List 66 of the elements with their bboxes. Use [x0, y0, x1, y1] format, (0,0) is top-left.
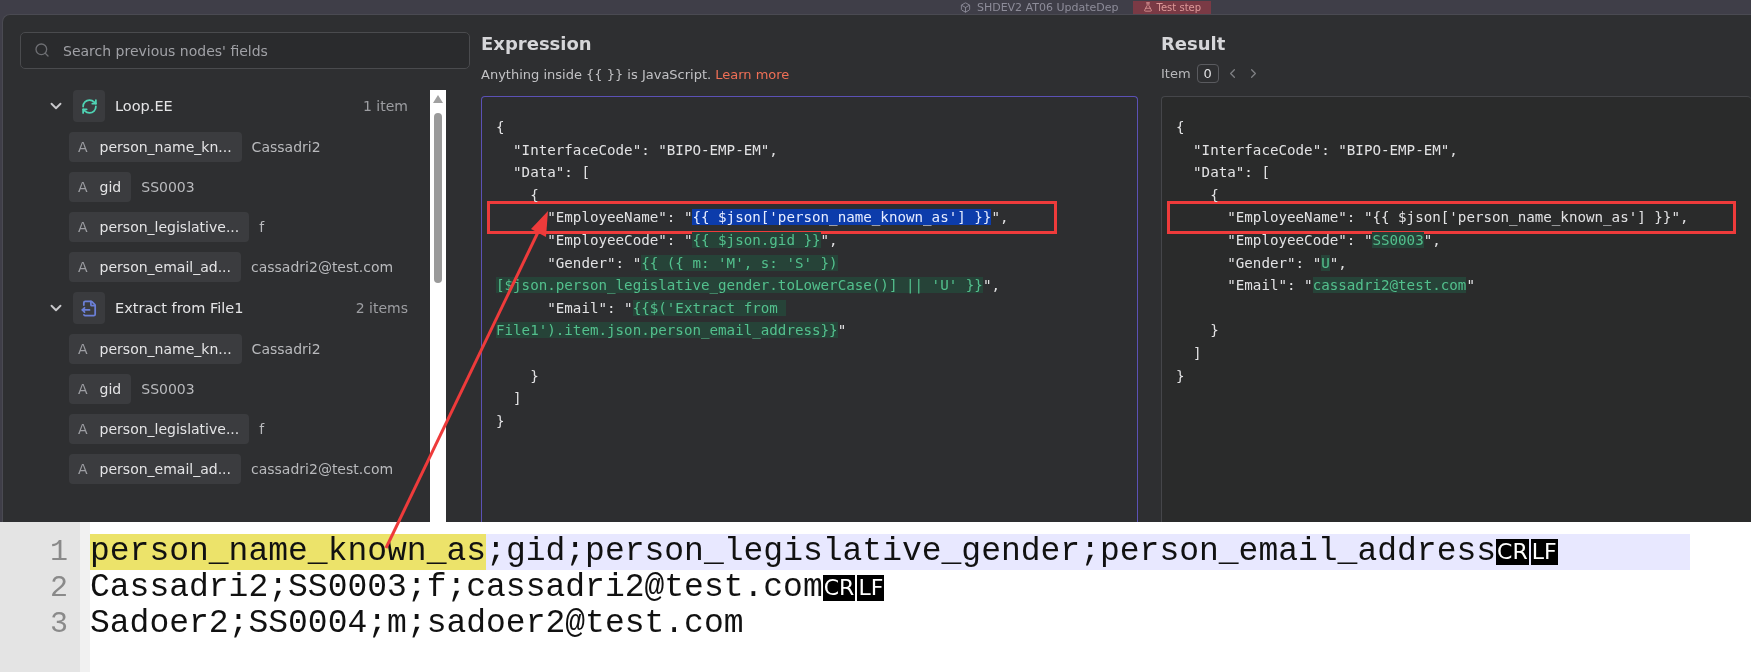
code-line: { — [496, 118, 505, 137]
field-value: cassadri2@test.com — [251, 461, 394, 477]
file-line: Sadoer2;SS0004;m;sadoer2@test.com — [90, 606, 745, 642]
code-line: } — [1210, 321, 1219, 341]
code-line: { — [1176, 118, 1185, 137]
field-chip[interactable]: A person_email_ad... — [69, 252, 241, 282]
code-line: File1').item.json.person_email_address}}" — [496, 321, 847, 341]
line-number: 2 — [49, 570, 69, 606]
code-line: "Email": "{{$('Extract from — [547, 296, 787, 320]
field-chip[interactable]: A person_email_ad... — [69, 454, 241, 484]
cube-icon — [959, 1, 971, 13]
field-value: f — [259, 421, 265, 437]
node-name: Extract from File1 — [115, 300, 245, 316]
code-line: ] — [1193, 343, 1202, 363]
field-value: SS0003 — [141, 179, 195, 195]
item-count: 1 item — [363, 98, 408, 114]
code-line: "Data": [ — [1193, 163, 1270, 183]
code-line: "EmployeeName": "{{ $json['person_name_known_as'] }}", — [1227, 208, 1689, 228]
field-value: Cassadri2 — [251, 139, 321, 155]
code-line: { — [1210, 185, 1219, 205]
workflow-title: SHDEV2 AT06 UpdateDep — [959, 0, 1119, 14]
item-label: Item — [1161, 66, 1191, 81]
scroll-up-icon[interactable] — [433, 95, 443, 103]
code-line: "Email": "cassadri2@test.com" — [1227, 276, 1475, 296]
code-line: "EmployeeName": "{{ $json['person_name_known_as'] }}", — [547, 208, 1009, 228]
code-line: "Gender": "{{ ({ m: 'M', s: 'S' }) — [547, 253, 838, 273]
hint-text: Anything inside {{ }} is JavaScript. — [481, 66, 712, 82]
code-line: "EmployeeCode": "SS0003", — [1227, 230, 1441, 250]
node-icon — [73, 292, 105, 324]
line-number: 3 — [49, 606, 69, 642]
panel-title: Result — [1161, 33, 1227, 56]
code-line: } — [1176, 366, 1185, 386]
code-line: } — [530, 366, 539, 386]
field-chip[interactable]: A person_name_kn... — [69, 334, 242, 364]
code-line: "Data": [ — [513, 163, 590, 183]
field-chip[interactable]: A gid — [69, 172, 132, 202]
scrollbar[interactable] — [430, 90, 446, 522]
field-chip[interactable]: A person_legislative... — [69, 212, 250, 242]
item-index-field[interactable]: 0 — [1196, 64, 1219, 83]
code-line: "InterfaceCode": "BIPO-EMP-EM", — [1193, 140, 1458, 160]
node-icon — [73, 90, 105, 122]
code-line: { — [530, 185, 539, 205]
node-name: Loop.EE — [115, 98, 174, 114]
search-icon — [34, 42, 50, 58]
code-line: } — [496, 411, 505, 431]
code-line: "Gender": "U", — [1227, 253, 1347, 273]
field-value: f — [259, 219, 265, 235]
field-value: cassadri2@test.com — [251, 259, 394, 275]
search-field[interactable]: Search previous nodes' fields — [20, 32, 470, 69]
file-line: Cassadri2;SS0003;f;cassadri2@test.comCR LF — [90, 570, 886, 606]
expression-editor[interactable] — [481, 96, 1138, 522]
field-chip[interactable]: A gid — [69, 374, 132, 404]
code-line: "EmployeeCode": "{{ $json.gid }}", — [547, 230, 838, 250]
item-count: 2 items — [355, 300, 408, 316]
field-value: SS0003 — [141, 381, 195, 397]
field-chip[interactable]: A person_name_kn... — [69, 132, 242, 162]
learn-more-link[interactable]: Learn more — [715, 66, 790, 82]
scroll-thumb[interactable] — [434, 113, 442, 283]
line-number: 1 — [49, 534, 69, 570]
code-line: ] — [513, 389, 522, 409]
flask-icon — [1142, 2, 1153, 12]
panel-title: Expression — [481, 33, 593, 56]
test-step-button[interactable]: Test step — [1132, 0, 1212, 14]
field-value: Cassadri2 — [251, 341, 321, 357]
field-chip[interactable]: A person_legislative... — [69, 414, 250, 444]
code-line: "InterfaceCode": "BIPO-EMP-EM", — [513, 140, 778, 160]
